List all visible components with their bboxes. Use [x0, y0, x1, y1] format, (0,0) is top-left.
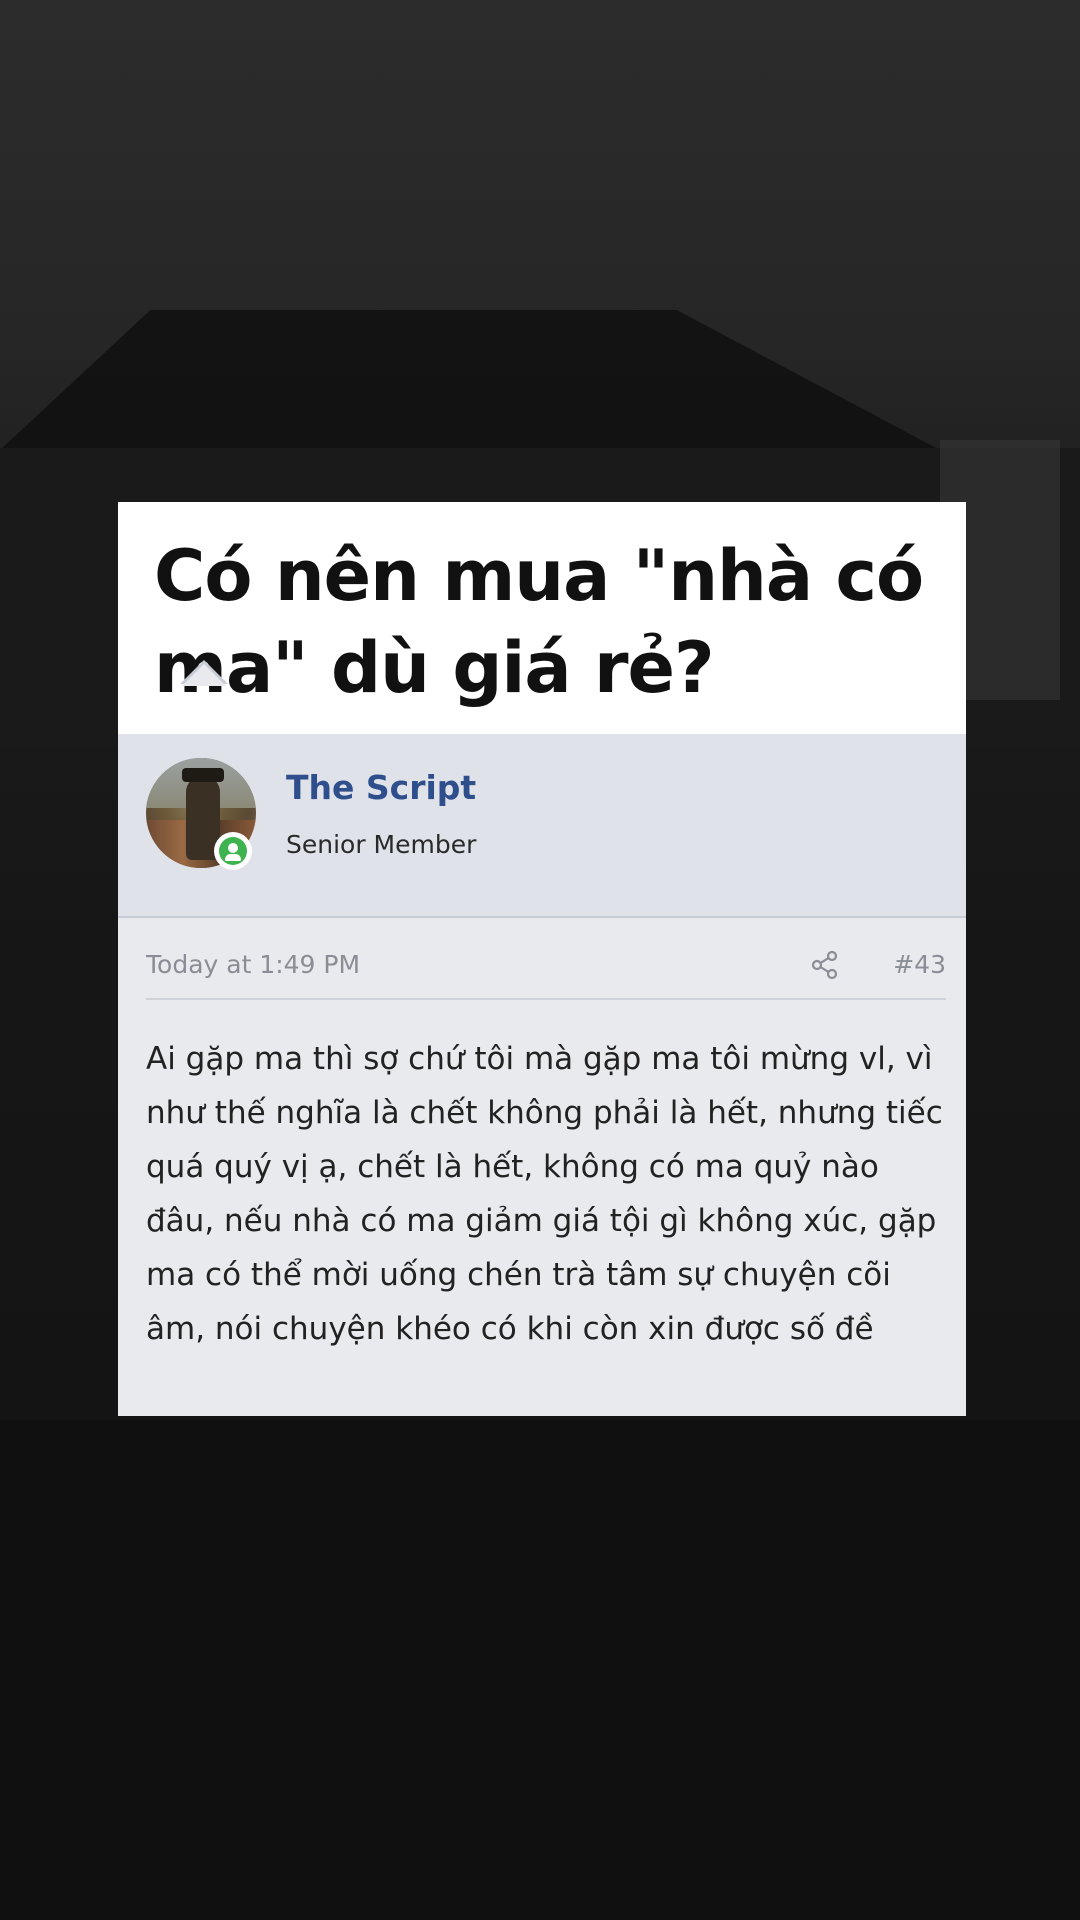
user-online-icon	[219, 837, 247, 865]
user-head-icon	[228, 843, 238, 853]
online-status-badge	[214, 832, 252, 870]
share-icon[interactable]	[810, 950, 840, 980]
avatar-hat	[182, 768, 224, 782]
user-body-icon	[225, 854, 241, 861]
post-body-text: Ai gặp ma thì sợ chứ tôi mà gặp ma tôi m…	[146, 1041, 943, 1347]
post-timestamp[interactable]: Today at 1:49 PM	[146, 950, 360, 979]
background-roof	[0, 310, 940, 450]
post-number-link[interactable]: #43	[893, 950, 946, 979]
title-block: Có nên mua "nhà có ma" dù giá rẻ?	[118, 502, 966, 734]
background-ground	[0, 1420, 1080, 1920]
post-meta-row: Today at 1:49 PM #43	[146, 938, 946, 1000]
post-title: Có nên mua "nhà có ma" dù giá rẻ?	[154, 535, 924, 709]
message-pointer-inner	[182, 664, 226, 686]
author-block: The Script Senior Member	[118, 734, 966, 918]
author-name[interactable]: The Script	[286, 768, 476, 807]
forum-post-card: Có nên mua "nhà có ma" dù giá rẻ? The Sc…	[118, 502, 966, 1416]
author-role: Senior Member	[286, 830, 477, 859]
